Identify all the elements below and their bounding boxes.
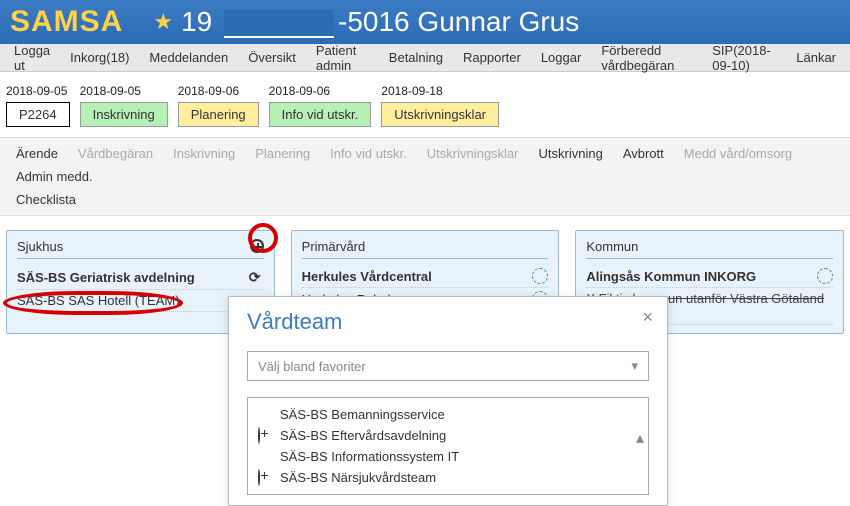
tab-info[interactable]: Info vid utskr.: [320, 142, 417, 165]
menu-payment[interactable]: Betalning: [379, 46, 453, 69]
card-line-text: Herkules Vårdcentral: [302, 269, 432, 284]
timeline-label: Planering: [178, 102, 259, 127]
menu-inbox[interactable]: Inkorg(18): [60, 46, 139, 69]
patient-id-prefix: 19: [181, 6, 212, 37]
timeline-label: P2264: [6, 102, 70, 127]
main-menu: Logga ut Inkorg(18) Meddelanden Översikt…: [0, 44, 850, 72]
timeline-item[interactable]: 2018-09-18 Utskrivningsklar: [381, 84, 499, 127]
card-line[interactable]: Alingsås Kommun INKORG: [586, 265, 833, 288]
add-icon[interactable]: [248, 237, 266, 255]
tab-planering[interactable]: Planering: [245, 142, 320, 165]
card-line[interactable]: Herkules Vårdcentral: [302, 265, 549, 288]
patient-id: 19 -5016 Gunnar Grus: [181, 6, 579, 38]
timeline-date: 2018-09-18: [381, 84, 442, 98]
plus-icon[interactable]: [258, 428, 260, 443]
scroll-up-icon[interactable]: ▴: [636, 428, 644, 448]
link-icon[interactable]: [532, 268, 548, 284]
timeline-date: 2018-09-06: [269, 84, 330, 98]
list-item-label: SÄS-BS Närsjukvårdsteam: [280, 470, 436, 485]
card-title: Primärvård: [302, 239, 549, 259]
team-list[interactable]: SÄS-BS Bemanningsservice SÄS-BS Eftervår…: [247, 397, 649, 495]
star-icon[interactable]: ★: [153, 9, 173, 35]
timeline-label: Utskrivningsklar: [381, 102, 499, 127]
card-line[interactable]: SÄS-BS Geriatrisk avdelning ⟳: [17, 265, 264, 290]
timeline-date: 2018-09-06: [178, 84, 239, 98]
timeline-date: 2018-09-05: [6, 84, 67, 98]
list-item-label: SÄS-BS Informationssystem IT: [280, 449, 459, 464]
list-item-label: SÄS-BS Bemanningsservice: [280, 407, 445, 422]
link-icon[interactable]: [817, 268, 833, 284]
menu-messages[interactable]: Meddelanden: [139, 46, 238, 69]
chevron-down-icon: ▾: [631, 358, 638, 374]
tab-arende[interactable]: Ärende: [6, 142, 68, 165]
timeline-label: Inskrivning: [80, 102, 168, 127]
tab-vardbegaran[interactable]: Vårdbegäran: [68, 142, 163, 165]
card-line-text: SÄS-BS SÄS Hotell (TEAM): [17, 293, 180, 308]
timeline-label: Info vid utskr.: [269, 102, 372, 127]
modal-title: Vårdteam: [247, 309, 649, 335]
list-item[interactable]: SÄS-BS Närsjukvårdsteam: [256, 467, 640, 488]
menu-patient-admin[interactable]: Patient admin: [306, 39, 379, 77]
app-header: SAMSA ★ 19 -5016 Gunnar Grus: [0, 0, 850, 44]
tab-utskrivning[interactable]: Utskrivning: [529, 142, 613, 165]
close-icon[interactable]: ×: [642, 307, 653, 328]
tab-checklista[interactable]: Checklista: [6, 188, 844, 211]
card-title: Sjukhus: [17, 239, 264, 259]
vardteam-modal: × Vårdteam Välj bland favoriter ▾ SÄS-BS…: [228, 296, 668, 506]
patient-id-suffix: -5016 Gunnar Grus: [338, 6, 579, 37]
timeline-date: 2018-09-05: [80, 84, 141, 98]
refresh-icon[interactable]: ⟳: [246, 268, 264, 286]
card-line-text: Alingsås Kommun INKORG: [586, 269, 756, 284]
menu-sip[interactable]: SIP(2018-09-10): [702, 39, 786, 77]
timeline: 2018-09-05 P2264 2018-09-05 Inskrivning …: [0, 72, 850, 137]
timeline-item[interactable]: 2018-09-05 P2264: [6, 84, 70, 127]
menu-prepare[interactable]: Förberedd vårdbegäran: [591, 39, 702, 77]
timeline-item[interactable]: 2018-09-05 Inskrivning: [80, 84, 168, 127]
tab-utskrivningsklar[interactable]: Utskrivningsklar: [417, 142, 529, 165]
menu-logs[interactable]: Loggar: [531, 46, 591, 69]
menu-reports[interactable]: Rapporter: [453, 46, 531, 69]
brand-logo: SAMSA: [10, 5, 123, 39]
list-item-label: SÄS-BS Eftervårdsavdelning: [280, 428, 446, 443]
menu-links[interactable]: Länkar: [786, 46, 846, 69]
select-placeholder: Välj bland favoriter: [258, 359, 366, 374]
tabs-bar: Ärende Vårdbegäran Inskrivning Planering…: [0, 137, 850, 216]
tab-admin-medd[interactable]: Admin medd.: [6, 165, 103, 188]
tab-medd-vard[interactable]: Medd vård/omsorg: [674, 142, 802, 165]
redacted-block: [224, 10, 334, 38]
card-title: Kommun: [586, 239, 833, 259]
menu-logout[interactable]: Logga ut: [4, 39, 60, 77]
card-line-text: SÄS-BS Geriatrisk avdelning: [17, 270, 195, 285]
menu-overview[interactable]: Översikt: [238, 46, 306, 69]
timeline-item[interactable]: 2018-09-06 Planering: [178, 84, 259, 127]
card-line[interactable]: SÄS-BS SÄS Hotell (TEAM): [17, 290, 264, 312]
favorites-select[interactable]: Välj bland favoriter ▾: [247, 351, 649, 381]
list-item[interactable]: SÄS-BS Bemanningsservice: [256, 404, 640, 425]
list-item[interactable]: SÄS-BS Eftervårdsavdelning: [256, 425, 640, 446]
timeline-item[interactable]: 2018-09-06 Info vid utskr.: [269, 84, 372, 127]
tab-inskrivning[interactable]: Inskrivning: [163, 142, 245, 165]
list-item[interactable]: SÄS-BS Informationssystem IT: [256, 446, 640, 467]
plus-icon[interactable]: [258, 470, 260, 485]
tab-avbrott[interactable]: Avbrott: [613, 142, 674, 165]
